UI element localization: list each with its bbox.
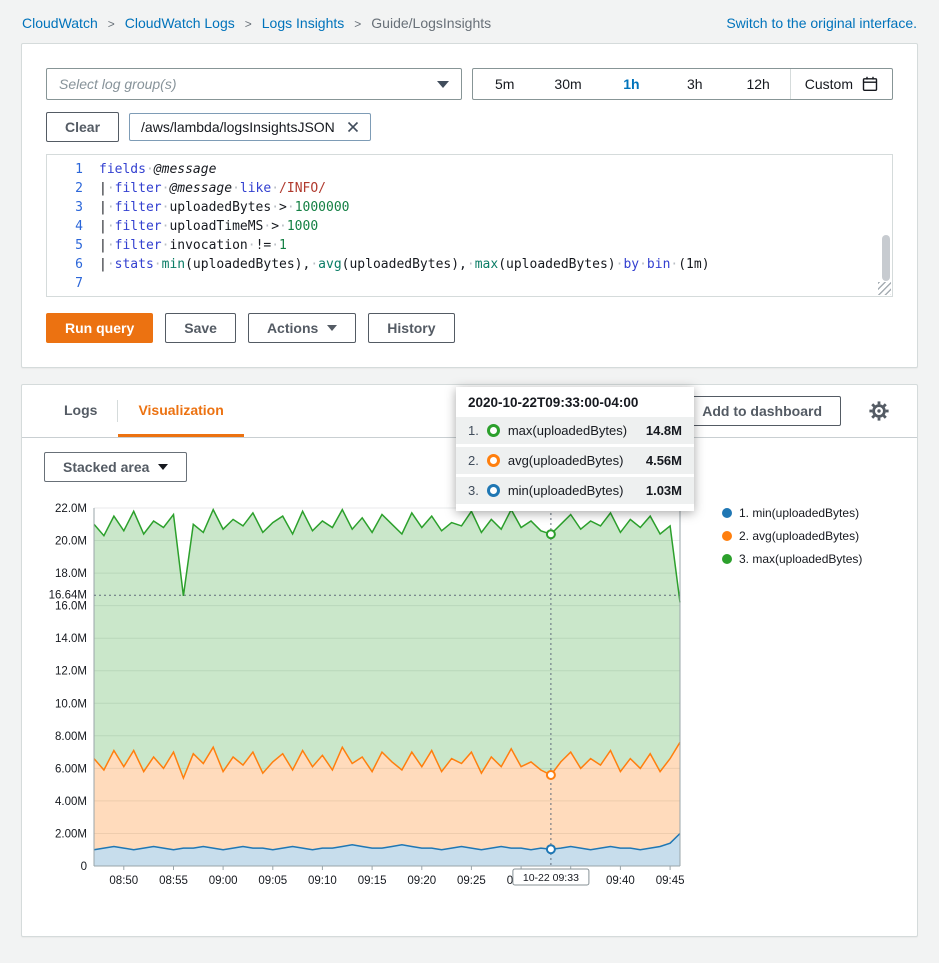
time-range-group: 5m30m1h3h12h Custom <box>472 68 893 100</box>
log-group-chip[interactable]: /aws/lambda/logsInsightsJSON <box>129 113 371 141</box>
query-panel: Select log group(s) 5m30m1h3h12h Custom … <box>21 43 918 368</box>
code-line-7: 7 <box>47 274 892 293</box>
tab-visualization[interactable]: Visualization <box>118 385 243 437</box>
switch-interface-link[interactable]: Switch to the original interface. <box>726 15 917 31</box>
chart-tooltip: 2020-10-22T09:33:00-04:00 1.max(uploaded… <box>456 387 694 511</box>
results-panel: Logs Visualization Add to dashboard <box>21 384 918 937</box>
legend-dot-icon <box>722 531 732 541</box>
breadcrumb-separator-icon: > <box>354 17 361 31</box>
svg-text:18.0M: 18.0M <box>55 568 87 580</box>
code-line-5: 5|·filter·invocation·!=·1 <box>47 236 892 255</box>
code-line-1: 1fields·@message <box>47 160 892 179</box>
chevron-down-icon <box>327 325 337 331</box>
breadcrumb-bar: CloudWatch > CloudWatch Logs > Logs Insights… <box>0 0 939 43</box>
query-editor[interactable]: 1fields·@message2|·filter·@message·like·… <box>46 154 893 297</box>
legend-dot-icon <box>722 554 732 564</box>
breadcrumb-separator-icon: > <box>108 17 115 31</box>
save-button[interactable]: Save <box>165 313 236 343</box>
svg-text:09:40: 09:40 <box>606 875 635 887</box>
actions-button[interactable]: Actions <box>248 313 356 343</box>
breadcrumb-item-logs-insights[interactable]: Logs Insights <box>262 15 345 31</box>
breadcrumb-item-guide-logsinsights: Guide/LogsInsights <box>371 15 491 31</box>
legend-dot-icon <box>722 508 732 518</box>
svg-text:09:20: 09:20 <box>407 875 436 887</box>
code-line-2: 2|·filter·@message·like·/INFO/ <box>47 179 892 198</box>
log-group-placeholder: Select log group(s) <box>59 76 177 92</box>
time-range-3h[interactable]: 3h <box>663 69 726 99</box>
chart-type-select[interactable]: Stacked area <box>44 452 187 482</box>
time-range-options: 5m30m1h3h12h <box>473 69 790 99</box>
editor-resize-handle[interactable] <box>878 282 891 295</box>
svg-text:09:10: 09:10 <box>308 875 337 887</box>
calendar-icon <box>862 76 878 92</box>
area-2 <box>94 510 680 778</box>
svg-text:14.0M: 14.0M <box>55 633 87 645</box>
svg-text:10-22 09:33: 10-22 09:33 <box>523 872 579 884</box>
svg-text:08:50: 08:50 <box>109 875 138 887</box>
svg-text:09:25: 09:25 <box>457 875 486 887</box>
time-range-custom[interactable]: Custom <box>790 69 892 99</box>
breadcrumb: CloudWatch > CloudWatch Logs > Logs Insights… <box>22 15 491 31</box>
svg-text:16.0M: 16.0M <box>55 601 87 613</box>
tooltip-row: 1.max(uploadedBytes)14.8M <box>456 417 694 444</box>
svg-text:8.00M: 8.00M <box>55 731 87 743</box>
series-marker-icon <box>487 454 500 467</box>
svg-text:0: 0 <box>81 861 87 873</box>
svg-text:22.0M: 22.0M <box>55 503 87 515</box>
actions-label: Actions <box>267 320 318 336</box>
time-range-30m[interactable]: 30m <box>536 69 599 99</box>
svg-text:4.00M: 4.00M <box>55 796 87 808</box>
run-query-button[interactable]: Run query <box>46 313 153 343</box>
query-editor-lines: 1fields·@message2|·filter·@message·like·… <box>47 160 892 293</box>
svg-text:09:05: 09:05 <box>258 875 287 887</box>
svg-text:2.00M: 2.00M <box>55 829 87 841</box>
chevron-down-icon <box>158 464 168 470</box>
svg-text:12.0M: 12.0M <box>55 666 87 678</box>
svg-text:08:55: 08:55 <box>159 875 188 887</box>
stacked-area-chart[interactable]: 22.0M 20.0M 18.0M 16.0M 14.0M 12.0M 10.0M 8.00M… <box>32 492 722 906</box>
tooltip-rows: 1.max(uploadedBytes)14.8M 2.avg(uploadedB… <box>456 417 694 504</box>
series-marker-icon <box>487 424 500 437</box>
breadcrumb-item-cloudwatch[interactable]: CloudWatch <box>22 15 98 31</box>
code-line-4: 4|·filter·uploadTimeMS·>·1000 <box>47 217 892 236</box>
svg-text:20.0M: 20.0M <box>55 536 87 548</box>
chart-type-label: Stacked area <box>63 459 149 475</box>
breadcrumb-item-cloudwatch-logs[interactable]: CloudWatch Logs <box>125 15 235 31</box>
clear-button[interactable]: Clear <box>46 112 119 142</box>
tooltip-row: 3.min(uploadedBytes)1.03M <box>456 477 694 504</box>
chevron-down-icon <box>437 81 449 88</box>
svg-text:6.00M: 6.00M <box>55 763 87 775</box>
log-group-chip-label: /aws/lambda/logsInsightsJSON <box>141 119 335 135</box>
hover-dot-0 <box>547 845 555 853</box>
crosshair-y-label: 16.64M <box>49 590 87 602</box>
code-line-3: 3|·filter·uploadedBytes·>·1000000 <box>47 198 892 217</box>
svg-text:10.0M: 10.0M <box>55 698 87 710</box>
custom-range-label: Custom <box>805 76 853 92</box>
editor-scrollbar[interactable] <box>882 235 890 281</box>
history-button[interactable]: History <box>368 313 454 343</box>
series-marker-icon <box>487 484 500 497</box>
tab-logs[interactable]: Logs <box>44 385 117 437</box>
legend-item[interactable]: 1. min(uploadedBytes) <box>722 506 907 520</box>
time-range-12h[interactable]: 12h <box>726 69 789 99</box>
tooltip-row: 2.avg(uploadedBytes)4.56M <box>456 447 694 474</box>
svg-text:09:45: 09:45 <box>656 875 685 887</box>
hover-dot-2 <box>547 530 555 538</box>
tooltip-timestamp: 2020-10-22T09:33:00-04:00 <box>456 387 694 417</box>
time-range-1h[interactable]: 1h <box>600 69 663 99</box>
code-line-6: 6|·stats·min(uploadedBytes),·avg(uploade… <box>47 255 892 274</box>
breadcrumb-separator-icon: > <box>245 17 252 31</box>
add-to-dashboard-button[interactable]: Add to dashboard <box>683 396 841 426</box>
svg-text:09:00: 09:00 <box>209 875 238 887</box>
legend-item[interactable]: 2. avg(uploadedBytes) <box>722 529 907 543</box>
chart-legend: 1. min(uploadedBytes) 2. avg(uploadedByte… <box>722 506 907 906</box>
time-range-5m[interactable]: 5m <box>473 69 536 99</box>
log-group-select[interactable]: Select log group(s) <box>46 68 462 100</box>
hover-dot-1 <box>547 771 555 779</box>
close-icon[interactable] <box>347 121 359 133</box>
svg-text:09:15: 09:15 <box>358 875 387 887</box>
legend-item[interactable]: 3. max(uploadedBytes) <box>722 552 907 566</box>
gear-icon[interactable] <box>867 399 891 423</box>
